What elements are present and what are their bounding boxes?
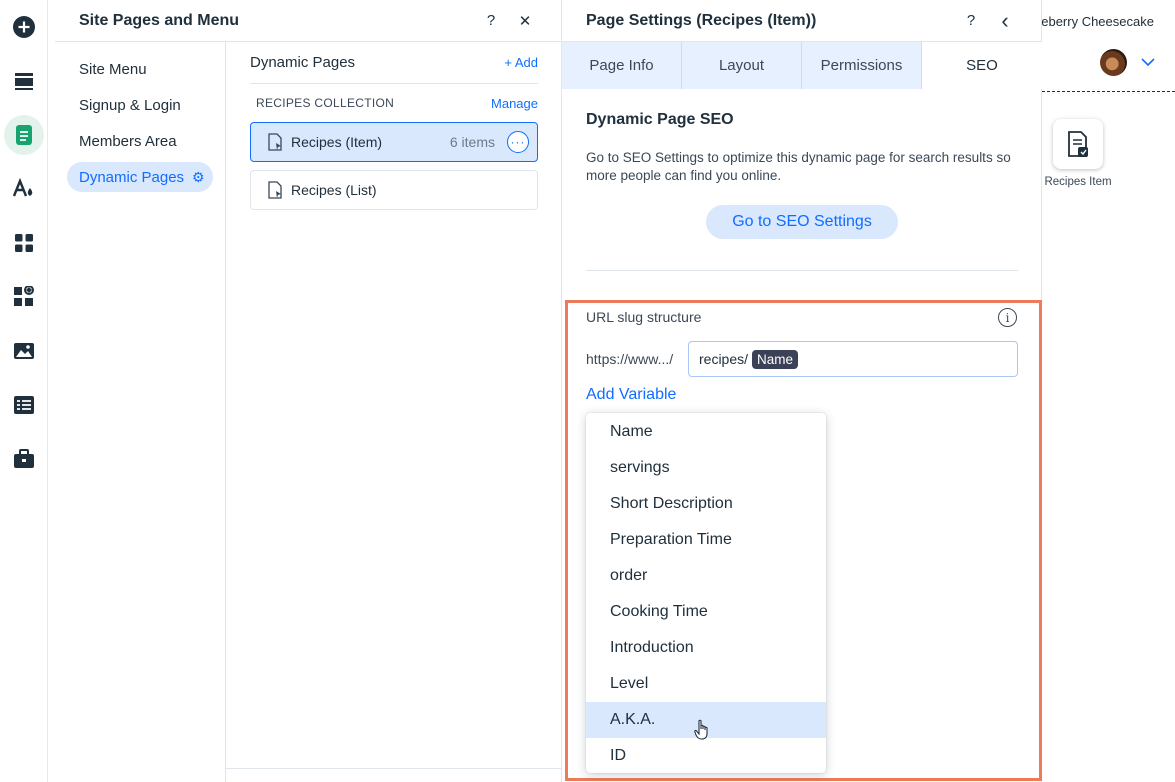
pages-footer (226, 768, 562, 782)
pages-panel-title: Site Pages and Menu (79, 11, 240, 29)
pages-nav: Site Menu Signup & Login Members Area Dy… (55, 42, 226, 782)
url-prefix: https://www.../ (586, 351, 674, 367)
help-icon[interactable]: ? (959, 9, 983, 33)
slug-variable-chip[interactable]: Name (752, 349, 799, 369)
manage-collection-link[interactable]: Manage (491, 96, 538, 111)
url-slug-input[interactable]: recipes/ Name (688, 341, 1018, 377)
nav-item-dynamic-pages[interactable]: Dynamic Pages ⚙ (67, 162, 213, 192)
recipes-item-page-icon[interactable] (1053, 119, 1103, 169)
nav-item-label: Site Menu (79, 60, 147, 78)
variable-option[interactable]: Preparation Time (586, 522, 826, 558)
back-icon[interactable]: ‹ (993, 8, 1017, 33)
recipes-item-label: Recipes Item (1044, 176, 1112, 188)
dynamic-pages-title: Dynamic Pages (250, 54, 356, 71)
chevron-down-icon[interactable] (1140, 54, 1156, 70)
design-icon[interactable] (2, 169, 46, 209)
avatar[interactable] (1100, 49, 1127, 76)
variable-option[interactable]: ID (586, 738, 826, 773)
tab-layout[interactable]: Layout (682, 42, 802, 89)
nav-item-label: Signup & Login (79, 96, 181, 114)
portfolio-icon[interactable] (2, 439, 46, 479)
sections-icon[interactable] (2, 61, 46, 101)
page-item-count: 6 items (449, 134, 495, 150)
page-item-recipes-list[interactable]: Recipes (List) (250, 170, 538, 210)
seo-description: Go to SEO Settings to optimize this dyna… (586, 150, 1011, 183)
preview-page-title: ueberry Cheesecake (1042, 13, 1154, 29)
tab-seo[interactable]: SEO (922, 42, 1042, 89)
nav-item-label: Members Area (79, 132, 177, 150)
add-elements-icon[interactable] (2, 7, 46, 47)
dynamic-pages-header: Dynamic Pages + Add (250, 42, 538, 84)
pages-panel-header: Site Pages and Menu ? ✕ (55, 0, 561, 42)
pages-icon[interactable] (2, 115, 46, 155)
dynamic-page-icon (267, 181, 287, 199)
media-icon[interactable] (2, 331, 46, 371)
settings-panel-header: Page Settings (Recipes (Item)) ? ‹ (562, 0, 1041, 42)
gear-icon[interactable]: ⚙ (192, 169, 205, 186)
info-icon[interactable]: i (998, 308, 1017, 327)
collection-row: RECIPES COLLECTION Manage (250, 84, 538, 122)
nav-item-label: Dynamic Pages (79, 168, 185, 186)
dynamic-page-icon (267, 133, 287, 151)
slug-value: recipes/ (699, 351, 749, 367)
preview-header: ueberry Cheesecake (1042, 0, 1175, 42)
site-preview: ueberry Cheesecake Recipes Item (1042, 0, 1175, 782)
add-variable-link[interactable]: Add Variable (586, 386, 676, 404)
settings-panel-title: Page Settings (Recipes (Item)) (586, 11, 817, 29)
nav-item-members-area[interactable]: Members Area (67, 126, 213, 156)
page-item-label: Recipes (Item) (291, 134, 383, 150)
site-pages-panel: Site Pages and Menu ? ✕ Site Menu Signup… (55, 0, 562, 782)
page-item-recipes-item[interactable]: Recipes (Item) 6 items ··· (250, 122, 538, 162)
seo-title: Dynamic Page SEO (586, 111, 734, 128)
url-slug-label: URL slug structure (586, 309, 702, 325)
apps-icon[interactable] (2, 223, 46, 263)
go-to-seo-settings-button[interactable]: Go to SEO Settings (706, 205, 898, 239)
seo-section: Dynamic Page SEO Go to SEO Settings to o… (586, 89, 1018, 271)
cms-icon[interactable] (2, 385, 46, 425)
variable-option[interactable]: Cooking Time (586, 594, 826, 630)
dynamic-pages-content: Dynamic Pages + Add RECIPES COLLECTION M… (226, 42, 562, 782)
close-icon[interactable]: ✕ (513, 9, 537, 33)
variable-option[interactable]: Introduction (586, 630, 826, 666)
variable-option[interactable]: servings (586, 450, 826, 486)
nav-item-site-menu[interactable]: Site Menu (67, 54, 213, 84)
add-page-button[interactable]: + Add (504, 55, 538, 70)
tab-page-info[interactable]: Page Info (562, 42, 682, 89)
variable-option[interactable]: Short Description (586, 486, 826, 522)
header-divider (1042, 91, 1175, 92)
page-item-label: Recipes (List) (291, 182, 377, 198)
variable-option[interactable]: Level (586, 666, 826, 702)
nav-item-signup-login[interactable]: Signup & Login (67, 90, 213, 120)
variable-option[interactable]: Name (586, 414, 826, 450)
variable-option[interactable]: order (586, 558, 826, 594)
hand-cursor-icon (694, 719, 708, 740)
more-actions-icon[interactable]: ··· (507, 131, 529, 153)
tab-permissions[interactable]: Permissions (802, 42, 922, 89)
left-toolbar (0, 0, 48, 782)
settings-tabs: Page Info Layout Permissions SEO (562, 42, 1042, 89)
collection-title: RECIPES COLLECTION (256, 96, 395, 110)
divider (586, 270, 1018, 271)
business-apps-icon[interactable] (2, 277, 46, 317)
help-icon[interactable]: ? (479, 9, 503, 33)
